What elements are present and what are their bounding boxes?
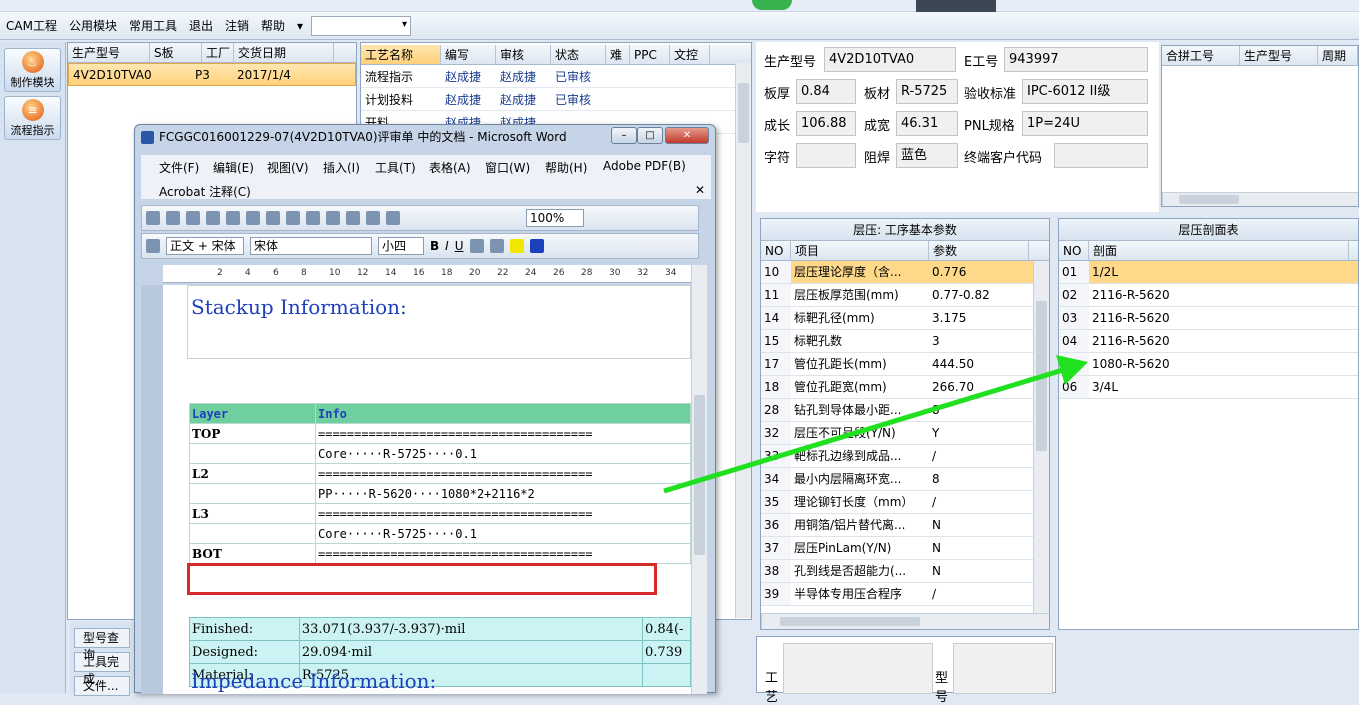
arrow-line	[663, 367, 1064, 494]
annotation-arrow	[663, 355, 1088, 494]
arrow-head	[1056, 355, 1088, 385]
